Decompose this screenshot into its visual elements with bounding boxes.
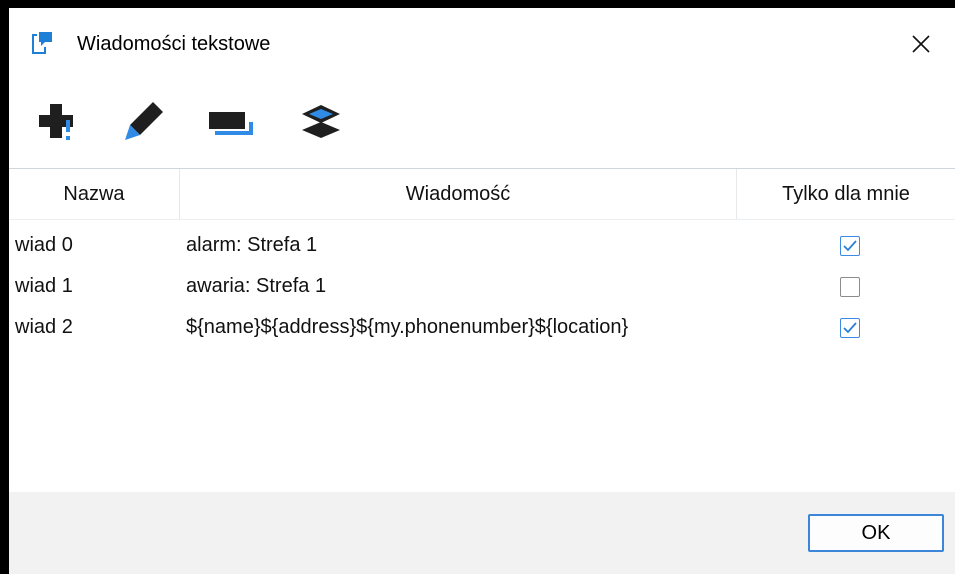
column-header-name[interactable]: Nazwa [9,169,180,219]
layers-button[interactable] [295,96,347,148]
sms-app-icon [30,31,54,55]
layers-icon [302,105,340,138]
ok-button[interactable]: OK [808,514,944,552]
dialog-footer: OK [9,492,955,574]
edit-button[interactable] [117,96,169,148]
table-body: wiad 0 alarm: Strefa 1 wiad 1 awaria: St… [9,225,955,348]
messages-table: Nazwa Wiadomość Tylko dla mnie wiad 0 al… [9,168,955,493]
add-icon [39,104,73,140]
table-row[interactable]: wiad 0 alarm: Strefa 1 [9,225,955,266]
move-icon [209,112,253,135]
move-button[interactable] [205,96,257,148]
only-me-checkbox-cell [836,266,864,307]
only-me-checkbox-cell [836,225,864,266]
window-title: Wiadomości tekstowe [77,33,271,55]
close-button[interactable] [899,24,943,64]
row-message: ${name}${address}${my.phonenumber}${loca… [186,316,629,338]
row-message: alarm: Strefa 1 [186,234,318,256]
only-me-checkbox-cell [836,307,864,348]
column-header-only-me[interactable]: Tylko dla mnie [737,169,955,219]
close-icon [912,35,930,53]
row-name: wiad 2 [15,316,73,338]
only-me-checkbox[interactable] [840,276,860,297]
row-name: wiad 1 [15,275,73,297]
table-row[interactable]: wiad 1 awaria: Strefa 1 [9,266,955,307]
table-header: Nazwa Wiadomość Tylko dla mnie [9,169,955,220]
only-me-checkbox[interactable] [840,235,860,256]
toolbar [9,88,955,158]
row-name: wiad 0 [15,234,73,256]
only-me-checkbox[interactable] [840,317,860,338]
checkmark-icon [843,321,857,333]
row-message: awaria: Strefa 1 [186,275,327,297]
checkmark-icon [843,239,857,251]
title-bar: Wiadomości tekstowe [9,8,955,80]
table-row[interactable]: wiad 2 ${name}${address}${my.phonenumber… [9,307,955,348]
dialog-window: Wiadomości tekstowe Nazwa Wiadomość Tylk… [9,8,955,574]
pencil-edit-icon [125,102,163,140]
add-button[interactable] [31,96,83,148]
column-header-message[interactable]: Wiadomość [180,169,737,219]
